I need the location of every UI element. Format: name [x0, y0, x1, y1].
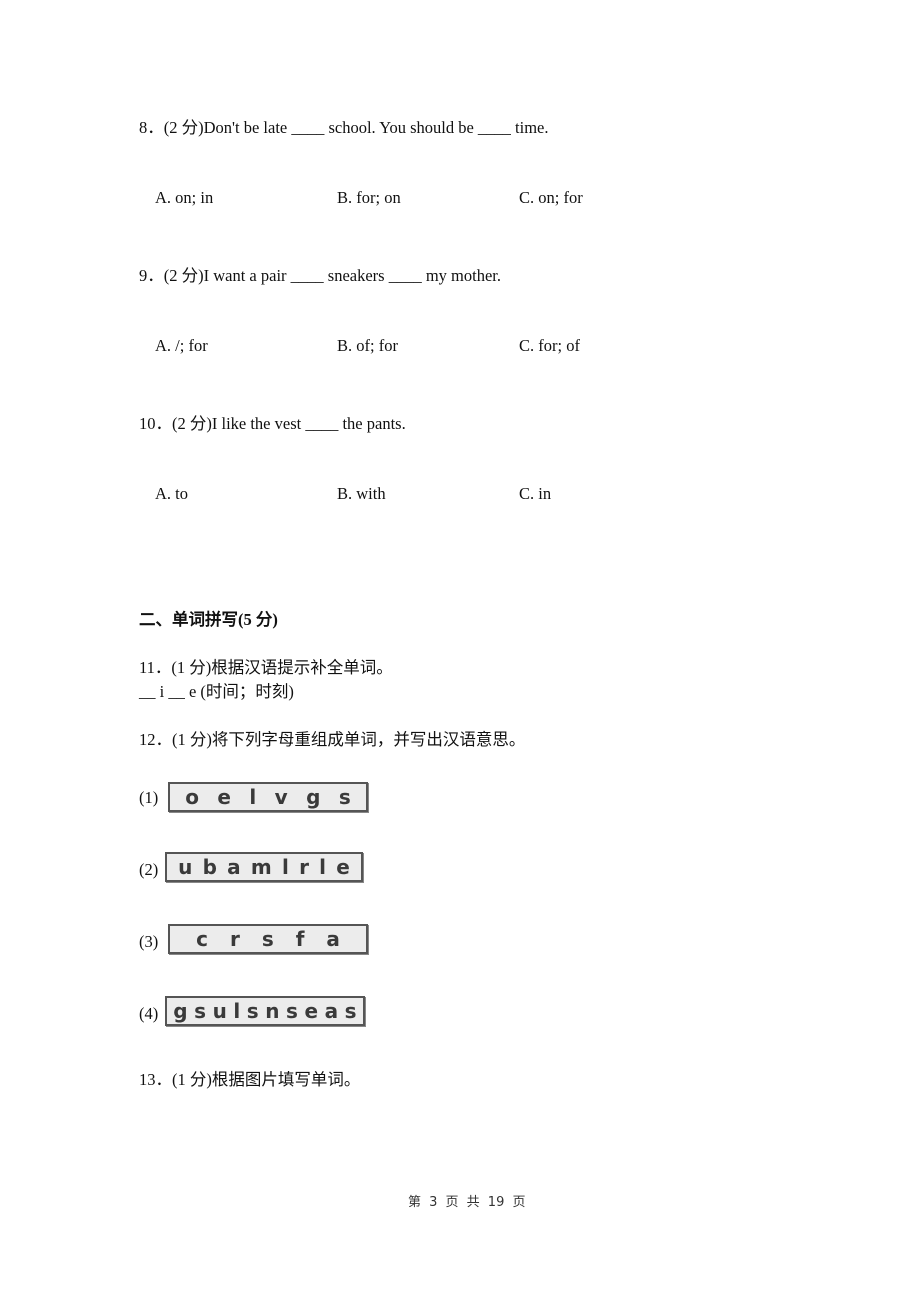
question-10-option-c: C. in [519, 484, 552, 503]
scrambled-letter: r [299, 855, 309, 879]
scrambled-letter: a [227, 855, 241, 879]
item-2-label: (2) [139, 860, 159, 879]
scrambled-letter: l [233, 999, 241, 1023]
item-3-label: (3) [139, 932, 159, 951]
scrambled-letters-box-1: oelvgs [168, 782, 368, 812]
scrambled-letter: a [324, 999, 339, 1023]
question-8-option-c: C. on; for [519, 188, 583, 207]
scrambled-letter: o [185, 785, 199, 809]
item-1-label: (1) [139, 788, 159, 807]
scrambled-letter: s [261, 927, 274, 951]
scrambled-letter: u [212, 999, 227, 1023]
question-10-stem: 10．(2 分)I like the vest ____ the pants. [139, 414, 406, 433]
question-13-stem: 13．(1 分)根据图片填写单词。 [139, 1070, 361, 1089]
section-heading: 二、单词拼写(5 分) [139, 610, 278, 629]
scrambled-letters-box-3: crsfa [168, 924, 368, 954]
question-10-option-a: A. to [155, 484, 188, 503]
scrambled-letter: r [229, 927, 240, 951]
question-9-option-a: A. /; for [155, 336, 208, 355]
scrambled-letter: f [295, 927, 305, 951]
page-number-footer: 第 3 页 共 19 页 [408, 1195, 526, 1210]
scrambled-letter: v [274, 785, 288, 809]
question-8-option-a: A. on; in [155, 188, 214, 207]
question-12-stem: 12．(1 分)将下列字母重组成单词，并写出汉语意思。 [139, 730, 526, 749]
scrambled-letter: s [344, 999, 357, 1023]
scrambled-letter: l [249, 785, 257, 809]
question-11-stem: 11．(1 分)根据汉语提示补全单词。 [139, 658, 393, 677]
item-4-label: (4) [139, 1004, 159, 1023]
scrambled-letter: l [281, 855, 289, 879]
scrambled-letter: l [319, 855, 327, 879]
question-11-prompt: __ i __ e (时间；时刻) [139, 682, 294, 701]
question-9-stem: 9．(2 分)I want a pair ____ sneakers ____ … [139, 266, 502, 285]
scrambled-letter: a [326, 927, 340, 951]
question-9-option-b: B. of; for [337, 336, 398, 355]
scrambled-letter: s [246, 999, 259, 1023]
scrambled-letter: s [194, 999, 207, 1023]
scrambled-letter: e [336, 855, 350, 879]
question-10-option-b: B. with [337, 484, 386, 503]
question-9-option-c: C. for; of [519, 336, 580, 355]
scrambled-letter: s [286, 999, 298, 1023]
question-8-option-b: B. for; on [337, 188, 401, 207]
scrambled-letter: e [217, 785, 231, 809]
scrambled-letters-box-4: gsulsnseas [165, 996, 365, 1026]
question-8-stem: 8．(2 分)Don't be late ____ school. You sh… [139, 118, 549, 137]
scrambled-letter: s [338, 785, 351, 809]
scrambled-letter: e [304, 999, 319, 1023]
scrambled-letters-box-2: ubamlrle [165, 852, 363, 882]
scrambled-letter: n [265, 999, 280, 1023]
scrambled-letter: u [178, 855, 193, 879]
scrambled-letter: g [173, 999, 188, 1023]
scrambled-letter: c [196, 927, 208, 951]
scrambled-letter: g [306, 785, 321, 809]
scrambled-letter: m [250, 855, 272, 879]
scrambled-letter: b [202, 855, 217, 879]
